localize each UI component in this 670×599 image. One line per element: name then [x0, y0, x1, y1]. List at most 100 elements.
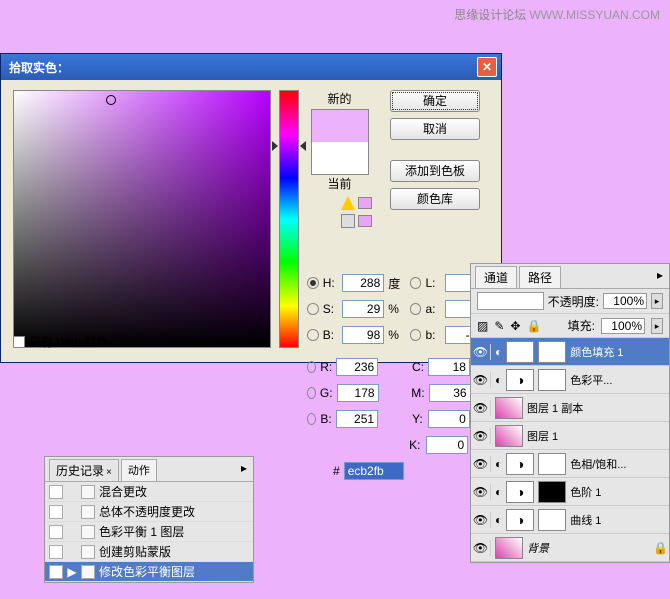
visibility-icon[interactable]: 👁: [475, 512, 491, 528]
layer-thumbnail[interactable]: [495, 537, 523, 559]
visibility-icon[interactable]: 👁: [475, 372, 491, 388]
layer-name[interactable]: 色彩平...: [570, 372, 665, 388]
layer-row[interactable]: 👁 背景 🔒: [471, 534, 669, 562]
b-lab-radio[interactable]: [410, 329, 422, 341]
layer-thumbnail[interactable]: ◑: [506, 509, 534, 531]
layer-thumbnail[interactable]: ◑: [506, 453, 534, 475]
web-only-checkbox[interactable]: 只有 Web 颜色: [13, 333, 108, 350]
ok-button[interactable]: 确定: [390, 90, 480, 112]
b-hsb-input[interactable]: [342, 326, 384, 344]
mask-thumbnail[interactable]: [538, 341, 566, 363]
b-rgb-input[interactable]: [336, 410, 378, 428]
c-input[interactable]: [428, 358, 470, 376]
opacity-arrow-icon[interactable]: ▸: [651, 293, 663, 309]
gamut-color-chip[interactable]: [358, 197, 372, 209]
layer-row[interactable]: 👁 ◐ ◑ 色阶 1: [471, 478, 669, 506]
layer-name[interactable]: 色阶 1: [570, 484, 665, 500]
history-snapshot-box[interactable]: [49, 545, 63, 559]
r-radio[interactable]: [307, 361, 316, 373]
tab-actions[interactable]: 动作: [121, 459, 157, 481]
hue-slider[interactable]: [279, 90, 299, 348]
history-row[interactable]: 混合更改: [45, 482, 253, 502]
r-input[interactable]: [336, 358, 378, 376]
b-rgb-radio[interactable]: [307, 413, 316, 425]
layer-row[interactable]: 👁 ◐ ◑ 曲线 1: [471, 506, 669, 534]
gamut-warning-icon[interactable]: [341, 196, 355, 210]
websafe-color-chip[interactable]: [358, 215, 372, 227]
y-input[interactable]: [428, 410, 470, 428]
history-row[interactable]: 色彩平衡 1 图层: [45, 522, 253, 542]
layer-thumbnail[interactable]: ◑: [506, 369, 534, 391]
lock-brush-icon[interactable]: ✎: [494, 319, 504, 333]
l-radio[interactable]: [410, 277, 422, 289]
history-row[interactable]: 创建剪贴蒙版: [45, 542, 253, 562]
history-snapshot-box[interactable]: [49, 525, 63, 539]
visibility-icon[interactable]: 👁: [475, 456, 491, 472]
a-radio[interactable]: [410, 303, 422, 315]
layer-name[interactable]: 曲线 1: [570, 512, 665, 528]
lock-all-icon[interactable]: 🔒: [526, 319, 541, 333]
mask-thumbnail[interactable]: [538, 369, 566, 391]
mask-thumbnail[interactable]: [538, 509, 566, 531]
checkbox-icon: [13, 336, 25, 348]
layer-row[interactable]: 👁 图层 1 副本: [471, 394, 669, 422]
tab-paths[interactable]: 路径: [519, 266, 561, 288]
add-swatch-button[interactable]: 添加到色板: [390, 160, 480, 182]
mask-thumbnail[interactable]: [538, 453, 566, 475]
layer-thumbnail[interactable]: ◑: [506, 341, 534, 363]
tab-channels[interactable]: 通道: [475, 266, 517, 288]
layer-row[interactable]: 👁 ◐ ◑ 色相/饱和...: [471, 450, 669, 478]
visibility-icon[interactable]: 👁: [475, 540, 491, 556]
fill-arrow-icon[interactable]: ▸: [651, 318, 663, 334]
lock-pixels-icon[interactable]: ▨: [477, 319, 488, 333]
h-input[interactable]: [342, 274, 384, 292]
visibility-icon[interactable]: 👁: [475, 484, 491, 500]
layer-name[interactable]: 图层 1: [527, 428, 665, 444]
k-input[interactable]: [426, 436, 468, 454]
websafe-warning-icon[interactable]: [341, 214, 355, 228]
fill-input[interactable]: 100%: [601, 318, 645, 334]
layer-thumbnail[interactable]: [495, 425, 523, 447]
g-input[interactable]: [337, 384, 379, 402]
history-snapshot-box[interactable]: [49, 485, 63, 499]
history-row[interactable]: 总体不透明度更改: [45, 502, 253, 522]
color-lib-button[interactable]: 颜色库: [390, 188, 480, 210]
layer-name[interactable]: 颜色填充 1: [570, 344, 665, 360]
cancel-button[interactable]: 取消: [390, 118, 480, 140]
titlebar[interactable]: 拾取实色： ✕: [1, 54, 501, 80]
history-step-name: 修改色彩平衡图层: [99, 563, 195, 580]
layer-thumbnail[interactable]: ◑: [506, 481, 534, 503]
g-radio[interactable]: [307, 387, 316, 399]
s-radio[interactable]: [307, 303, 319, 315]
layer-name[interactable]: 背景: [527, 540, 649, 556]
h-radio[interactable]: [307, 277, 319, 289]
history-step-name: 混合更改: [99, 483, 147, 500]
panel-menu-icon[interactable]: ▸: [655, 266, 665, 288]
layer-row[interactable]: 👁 ◐ ◑ 颜色填充 1: [471, 338, 669, 366]
s-input[interactable]: [342, 300, 384, 318]
history-row[interactable]: ▶ 修改色彩平衡图层: [45, 562, 253, 582]
layer-row[interactable]: 👁 ◐ ◑ 色彩平...: [471, 366, 669, 394]
visibility-icon[interactable]: 👁: [475, 344, 491, 360]
hex-input[interactable]: [344, 462, 404, 480]
current-color-swatch[interactable]: [312, 142, 368, 174]
layer-row[interactable]: 👁 图层 1: [471, 422, 669, 450]
history-step-name: 色彩平衡 1 图层: [99, 523, 184, 540]
layer-name[interactable]: 色相/饱和...: [570, 456, 665, 472]
tab-history[interactable]: 历史记录×: [49, 459, 119, 481]
color-field[interactable]: [13, 90, 271, 348]
close-button[interactable]: ✕: [477, 57, 497, 77]
mask-thumbnail[interactable]: [538, 481, 566, 503]
history-snapshot-box[interactable]: [49, 505, 63, 519]
layer-name[interactable]: 图层 1 副本: [527, 400, 665, 416]
opacity-input[interactable]: 100%: [603, 293, 647, 309]
b-hsb-radio[interactable]: [307, 329, 319, 341]
history-snapshot-box[interactable]: [49, 565, 63, 579]
history-menu-icon[interactable]: ▸: [239, 459, 249, 481]
visibility-icon[interactable]: 👁: [475, 400, 491, 416]
visibility-icon[interactable]: 👁: [475, 428, 491, 444]
blend-mode-select[interactable]: [477, 292, 544, 310]
lock-move-icon[interactable]: ✥: [510, 319, 520, 333]
m-input[interactable]: [429, 384, 471, 402]
layer-thumbnail[interactable]: [495, 397, 523, 419]
